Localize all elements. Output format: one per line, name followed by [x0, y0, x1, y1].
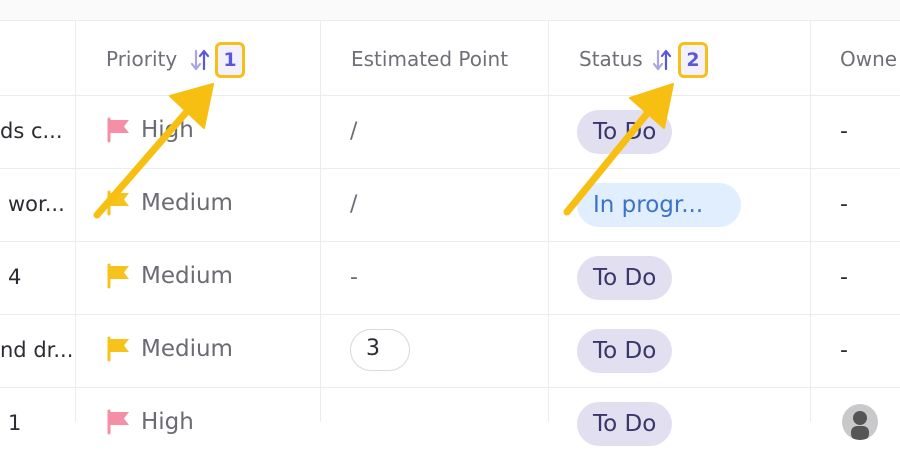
table-row[interactable]: ds c... High / To Do -	[0, 95, 900, 169]
owner-header-label: Owne	[840, 47, 898, 71]
priority-label[interactable]: Medium	[141, 263, 233, 289]
table-row[interactable]: nd dr... Medium 3 To Do -	[0, 314, 900, 388]
estimated-point-value[interactable]: /	[350, 192, 357, 217]
estimated-point-header-label: Estimated Point	[351, 47, 509, 71]
table-row[interactable]: 4 Medium - To Do -	[0, 241, 900, 315]
table-row[interactable]: wor... Medium / In progr... -	[0, 168, 900, 242]
owner-value[interactable]: -	[840, 265, 848, 290]
status-badge[interactable]: In progr...	[577, 183, 741, 227]
priority-label[interactable]: Medium	[141, 336, 233, 362]
avatar-icon	[851, 411, 869, 440]
status-badge[interactable]: To Do	[577, 256, 673, 300]
sort-icon[interactable]	[191, 48, 209, 72]
task-name[interactable]: wor...	[8, 192, 65, 216]
priority-flag-icon	[107, 336, 129, 362]
status-badge[interactable]: To Do	[577, 110, 673, 154]
priority-label[interactable]: High	[141, 117, 194, 143]
priority-header-label: Priority	[106, 47, 178, 71]
priority-label[interactable]: High	[141, 409, 194, 435]
owner-value[interactable]: -	[840, 338, 848, 363]
sort-icon[interactable]	[653, 48, 671, 72]
status-badge[interactable]: To Do	[577, 402, 673, 446]
estimated-point-value[interactable]: -	[350, 265, 358, 290]
task-name[interactable]: 4	[8, 265, 21, 289]
owner-avatar[interactable]	[842, 404, 878, 440]
estimated-point-value[interactable]: /	[350, 119, 357, 144]
priority-flag-icon	[107, 117, 129, 143]
status-sort-order-badge: 2	[678, 42, 708, 78]
status-badge[interactable]: To Do	[577, 329, 673, 373]
task-name[interactable]: nd dr...	[0, 338, 73, 362]
task-name[interactable]: 1	[8, 411, 21, 435]
task-name[interactable]: ds c...	[0, 119, 63, 143]
priority-flag-icon	[107, 409, 129, 435]
owner-value[interactable]: -	[840, 119, 848, 144]
top-band	[0, 0, 900, 20]
priority-flag-icon	[107, 190, 129, 216]
priority-flag-icon	[107, 263, 129, 289]
estimated-point-value[interactable]: 3	[350, 329, 410, 371]
header-row: Priority 1 Estimated Point Status 2 Owne	[0, 20, 900, 96]
table-row[interactable]: 1 High To Do	[0, 387, 900, 460]
priority-sort-order-badge: 1	[215, 42, 245, 78]
priority-label[interactable]: Medium	[141, 190, 233, 216]
owner-value[interactable]: -	[840, 192, 848, 217]
status-header-label: Status	[579, 47, 643, 71]
